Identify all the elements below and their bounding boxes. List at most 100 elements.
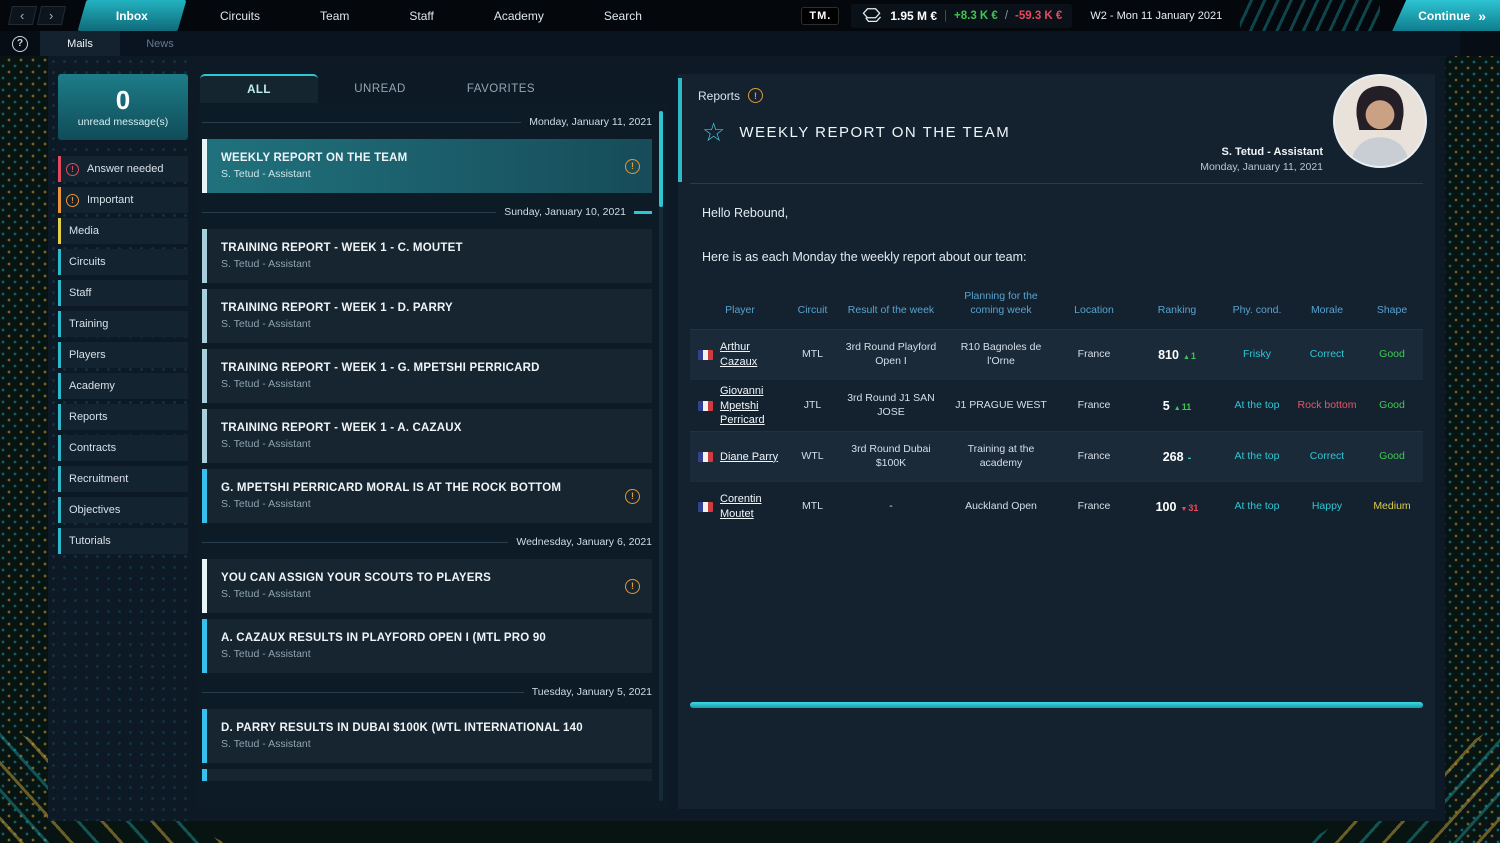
main-nav: Inbox Circuits Team Staff Academy Search — [74, 0, 672, 31]
table-header-row: Player Circuit Result of the week Planni… — [690, 290, 1423, 329]
weekly-income: +8.3 K € — [954, 10, 998, 22]
trend-icon: 11 — [1174, 402, 1191, 412]
player-link[interactable]: Arthur Cazaux — [720, 340, 787, 369]
tab-news[interactable]: News — [120, 31, 200, 56]
tab-mails[interactable]: Mails — [40, 31, 120, 56]
mail-list: Monday, January 11, 2021 WEEKLY REPORT O… — [198, 103, 668, 809]
favorite-star-icon[interactable]: ☆ — [702, 119, 725, 145]
unread-counter: 0 unread message(s) — [58, 74, 188, 140]
mail-list-panel: ALL UNREAD FAVORITES Monday, January 11,… — [198, 74, 668, 809]
nav-tab-search[interactable]: Search — [574, 0, 672, 31]
left-edge-decoration — [0, 0, 48, 843]
panel-title: Reports — [698, 89, 740, 103]
forward-icon: › — [49, 9, 53, 22]
player-link[interactable]: Giovanni Mpetshi Perricard — [720, 384, 787, 427]
scrollbar-thumb[interactable] — [659, 111, 663, 207]
sidebar-item-recruitment[interactable]: Recruitment — [58, 466, 188, 492]
mail-item[interactable]: YOU CAN ASSIGN YOUR SCOUTS TO PLAYERS S.… — [202, 559, 652, 613]
player-link[interactable]: Corentin Moutet — [720, 492, 787, 521]
france-flag-icon — [698, 502, 713, 512]
table-row: Corentin Moutet MTL - Auckland Open Fran… — [690, 481, 1423, 531]
mail-item[interactable]: A. CAZAUX RESULTS IN PLAYFORD OPEN I (MT… — [202, 619, 652, 673]
sidebar-item-circuits[interactable]: Circuits — [58, 249, 188, 275]
top-bar-right: TM. 1.95 M € | +8.3 K € / -59.3 K € W2 -… — [801, 0, 1500, 31]
help-button[interactable]: ? — [0, 31, 40, 56]
sidebar-item-objectives[interactable]: Objectives — [58, 497, 188, 523]
mail-item[interactable]: WEEKLY REPORT ON THE TEAM S. Tetud - Ass… — [202, 139, 652, 193]
finance-summary: 1.95 M € | +8.3 K € / -59.3 K € — [851, 4, 1072, 28]
player-link[interactable]: Diane Parry — [720, 450, 778, 464]
top-bar: ‹ › Inbox Circuits Team Staff Academy Se… — [0, 0, 1500, 31]
mail-filter-tabs: ALL UNREAD FAVORITES — [198, 74, 668, 103]
sidebar-item-reports[interactable]: Reports — [58, 404, 188, 430]
unread-label: unread message(s) — [78, 116, 168, 128]
coin-icon — [861, 7, 883, 25]
sub-nav-bar: ? Mails News — [0, 31, 1500, 56]
sidebar-item-contracts[interactable]: Contracts — [58, 435, 188, 461]
income-expense-separator: / — [1005, 10, 1008, 22]
nav-tab-team[interactable]: Team — [290, 0, 379, 31]
mail-item[interactable]: TRAINING REPORT - WEEK 1 - D. PARRY S. T… — [202, 289, 652, 343]
topbar-stripes-decoration — [1240, 0, 1380, 31]
trend-icon: 31 — [1180, 503, 1198, 513]
table-row: Arthur Cazaux MTL 3rd Round Playford Ope… — [690, 329, 1423, 379]
mail-item-partial[interactable] — [202, 769, 652, 781]
alert-icon: ! — [748, 88, 763, 103]
tab-all[interactable]: ALL — [200, 74, 318, 103]
sidebar-item-answer-needed[interactable]: ! Answer needed — [58, 156, 188, 182]
sidebar-item-training[interactable]: Training — [58, 311, 188, 337]
sidebar-item-players[interactable]: Players — [58, 342, 188, 368]
mail-item[interactable]: TRAINING REPORT - WEEK 1 - A. CAZAUX S. … — [202, 409, 652, 463]
app-screen: ‹ › Inbox Circuits Team Staff Academy Se… — [0, 0, 1500, 843]
nav-tab-academy[interactable]: Academy — [464, 0, 574, 31]
mail-sidebar: 0 unread message(s) ! Answer needed ! Im… — [58, 74, 188, 809]
report-header: Reports ! ☆ WEEKLY REPORT ON THE TEAM S.… — [690, 74, 1423, 184]
nav-tab-staff[interactable]: Staff — [379, 0, 463, 31]
panel-accent-bar — [678, 78, 682, 182]
help-icon: ? — [12, 36, 28, 52]
tab-unread[interactable]: UNREAD — [321, 74, 439, 103]
mail-item[interactable]: TRAINING REPORT - WEEK 1 - G. MPETSHI PE… — [202, 349, 652, 403]
france-flag-icon — [698, 350, 713, 360]
divider: | — [944, 10, 947, 22]
mail-item[interactable]: G. MPETSHI PERRICARD MORAL IS AT THE ROC… — [202, 469, 652, 523]
ranking-cell: 511 — [1133, 394, 1221, 418]
mail-item[interactable]: D. PARRY RESULTS IN DUBAI $100K (WTL INT… — [202, 709, 652, 763]
report-date: Monday, January 11, 2021 — [1200, 161, 1323, 173]
report-horizontal-scrollbar[interactable] — [690, 702, 1423, 708]
mail-list-scrollbar[interactable] — [659, 111, 663, 801]
trend-icon — [1188, 453, 1192, 463]
date-separator: Tuesday, January 5, 2021 — [202, 679, 652, 705]
alert-icon: ! — [66, 194, 79, 207]
sidebar-item-staff[interactable]: Staff — [58, 280, 188, 306]
alert-icon: ! — [625, 159, 640, 174]
scrollbar-thumb[interactable] — [690, 702, 1423, 708]
sidebar-item-tutorials[interactable]: Tutorials — [58, 528, 188, 554]
back-icon: ‹ — [20, 9, 24, 22]
tab-favorites[interactable]: FAVORITES — [442, 74, 560, 103]
report-greeting: Hello Rebound, — [690, 206, 1423, 220]
unread-count: 0 — [116, 87, 130, 113]
ranking-cell: 10031 — [1133, 495, 1221, 519]
avatar — [1333, 74, 1427, 168]
back-button[interactable]: ‹ — [8, 6, 37, 25]
alert-icon: ! — [625, 579, 640, 594]
alert-icon: ! — [66, 163, 79, 176]
mail-item[interactable]: TRAINING REPORT - WEEK 1 - C. MOUTET S. … — [202, 229, 652, 283]
right-edge-decoration — [1445, 0, 1500, 843]
france-flag-icon — [698, 401, 713, 411]
alert-icon: ! — [625, 489, 640, 504]
table-row: Giovanni Mpetshi Perricard JTL 3rd Round… — [690, 379, 1423, 431]
continue-button[interactable]: Continue » — [1392, 0, 1500, 31]
mail-news-tabs: Mails News — [40, 31, 1460, 56]
date-separator: Monday, January 11, 2021 — [202, 109, 652, 135]
sidebar-item-academy[interactable]: Academy — [58, 373, 188, 399]
sidebar-item-important[interactable]: ! Important — [58, 187, 188, 213]
nav-tab-inbox[interactable]: Inbox — [78, 0, 187, 31]
report-title: WEEKLY REPORT ON THE TEAM — [739, 124, 1010, 141]
forward-button[interactable]: › — [37, 6, 66, 25]
sidebar-item-media[interactable]: Media — [58, 218, 188, 244]
nav-tab-circuits[interactable]: Circuits — [190, 0, 290, 31]
tm-logo: TM. — [801, 7, 839, 25]
team-report-table: Player Circuit Result of the week Planni… — [690, 290, 1423, 531]
